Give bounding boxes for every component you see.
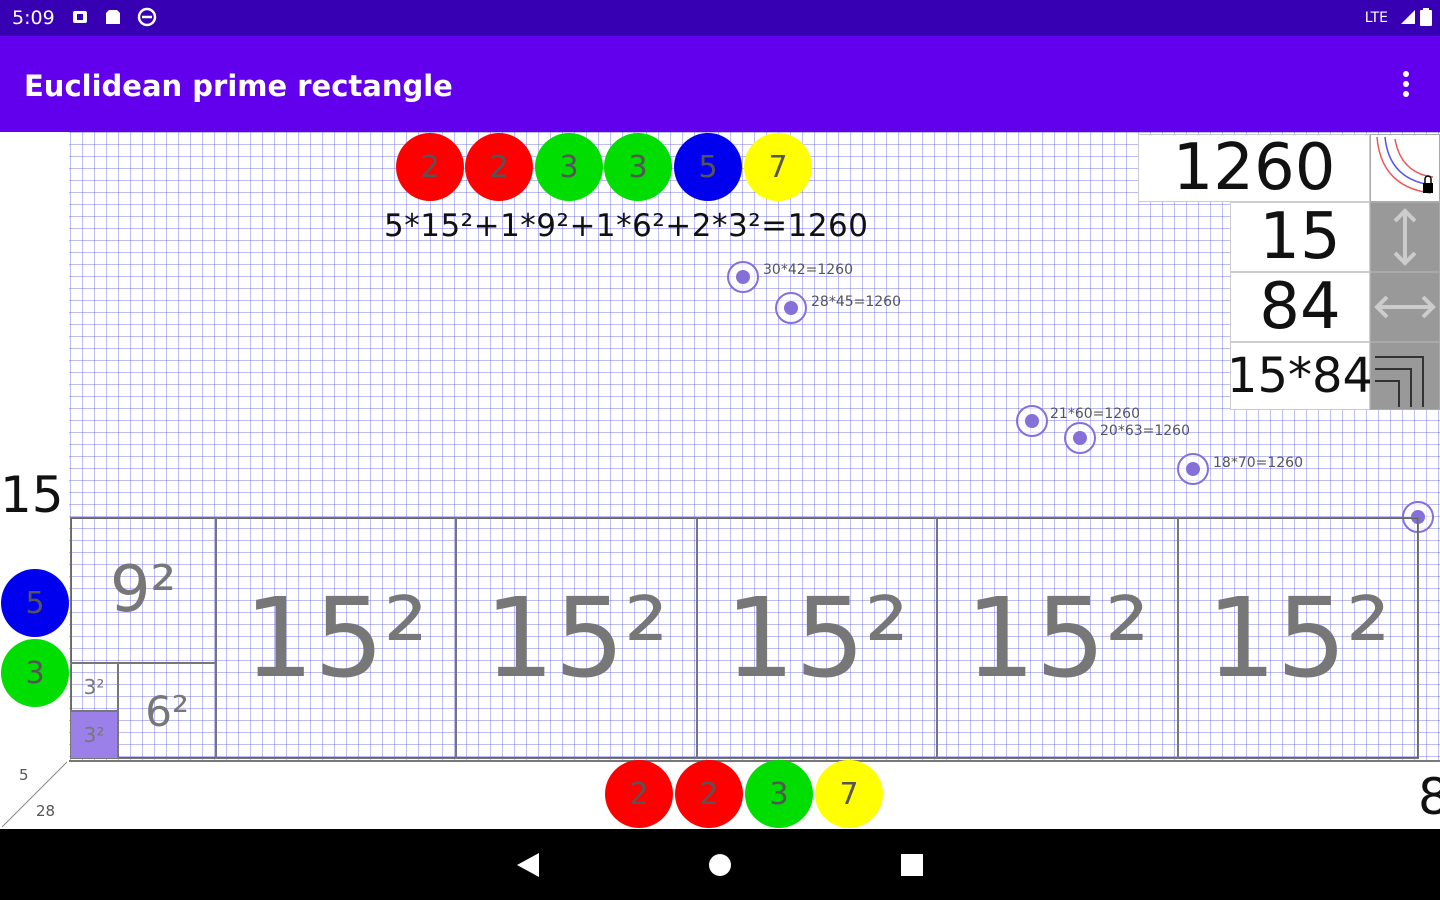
signal-icon [1401,10,1415,24]
square-15[interactable]: 15² [456,517,697,759]
ratio-numerator: 5 [19,766,29,784]
area-display: 1260 [1138,132,1370,205]
vertical-arrow-icon [1393,208,1417,266]
horizontal-arrow-icon [1374,295,1436,319]
navigation-bar [0,829,1440,900]
horizontal-resize-button[interactable] [1370,272,1440,342]
factor-ball[interactable]: 2 [465,133,533,201]
factor-ball[interactable]: 5 [674,133,742,201]
factor-ball[interactable]: 2 [396,133,464,201]
battery-icon [1420,8,1432,26]
app-bar: Euclidean prime rectangle [0,36,1440,132]
divisor-point[interactable] [727,261,759,293]
squares-layout-button[interactable] [1370,342,1440,410]
width-label: 8 [1418,768,1440,826]
square-3-highlighted[interactable]: 3² [70,711,118,759]
point-label: 30*42=1260 [763,262,853,278]
recents-icon[interactable] [900,853,924,877]
square-15[interactable]: 15² [1178,517,1419,759]
divisor-point[interactable] [775,292,807,324]
status-bar: 5:09 LTE [0,0,1440,36]
sd-card-icon [106,10,120,24]
network-label: LTE [1364,10,1388,26]
factor-ball[interactable]: 2 [605,760,673,828]
point-label: 18*70=1260 [1213,455,1303,471]
app-title: Euclidean prime rectangle [24,69,453,103]
factor-ball[interactable]: 3 [1,639,69,707]
divisor-point[interactable] [1016,405,1048,437]
divisor-point[interactable] [1064,422,1096,454]
factor-ball[interactable]: 7 [815,760,883,828]
diagonal-divider [1,761,68,828]
nested-squares-icon [1375,356,1424,407]
width-display: 84 [1230,270,1370,344]
vertical-resize-button[interactable] [1370,202,1440,272]
factor-ball[interactable]: 3 [604,133,672,201]
status-time: 5:09 [12,7,55,29]
product-display: 15*84 [1227,342,1373,410]
ratio-denominator: 28 [36,802,56,820]
drawing-canvas[interactable]: 2 2 3 3 5 7 5*15²+1*9²+1*6²+2*3²=1260 30… [0,132,1440,829]
dnd-icon [137,7,157,27]
square-3[interactable]: 3² [70,663,118,711]
factor-ball[interactable]: 7 [744,133,812,201]
notification-icon [73,11,87,23]
square-15[interactable]: 15² [216,517,456,759]
ratio-corner: 5 28 [0,760,69,829]
height-label: 15 [0,466,69,524]
hyperbola-icon [1376,136,1434,194]
square-15[interactable]: 15² [937,517,1178,759]
square-9[interactable]: 9² [70,517,216,663]
factor-ball[interactable]: 2 [675,760,743,828]
back-icon[interactable] [515,851,541,879]
divisor-point[interactable] [1177,453,1209,485]
square-15[interactable]: 15² [697,517,937,759]
square-6[interactable]: 6² [118,663,216,759]
formula-text: 5*15²+1*9²+1*6²+2*3²=1260 [384,208,869,244]
home-icon[interactable] [707,852,733,878]
factor-ball[interactable]: 3 [535,133,603,201]
point-label: 20*63=1260 [1100,423,1190,439]
height-display: 15 [1230,200,1370,274]
point-label: 21*60=1260 [1050,406,1140,422]
point-label: 28*45=1260 [811,294,901,310]
factor-ball[interactable]: 3 [745,760,813,828]
factor-ball[interactable]: 5 [1,569,69,637]
more-options-icon[interactable] [1402,70,1410,98]
curve-graph-button[interactable] [1370,134,1440,202]
